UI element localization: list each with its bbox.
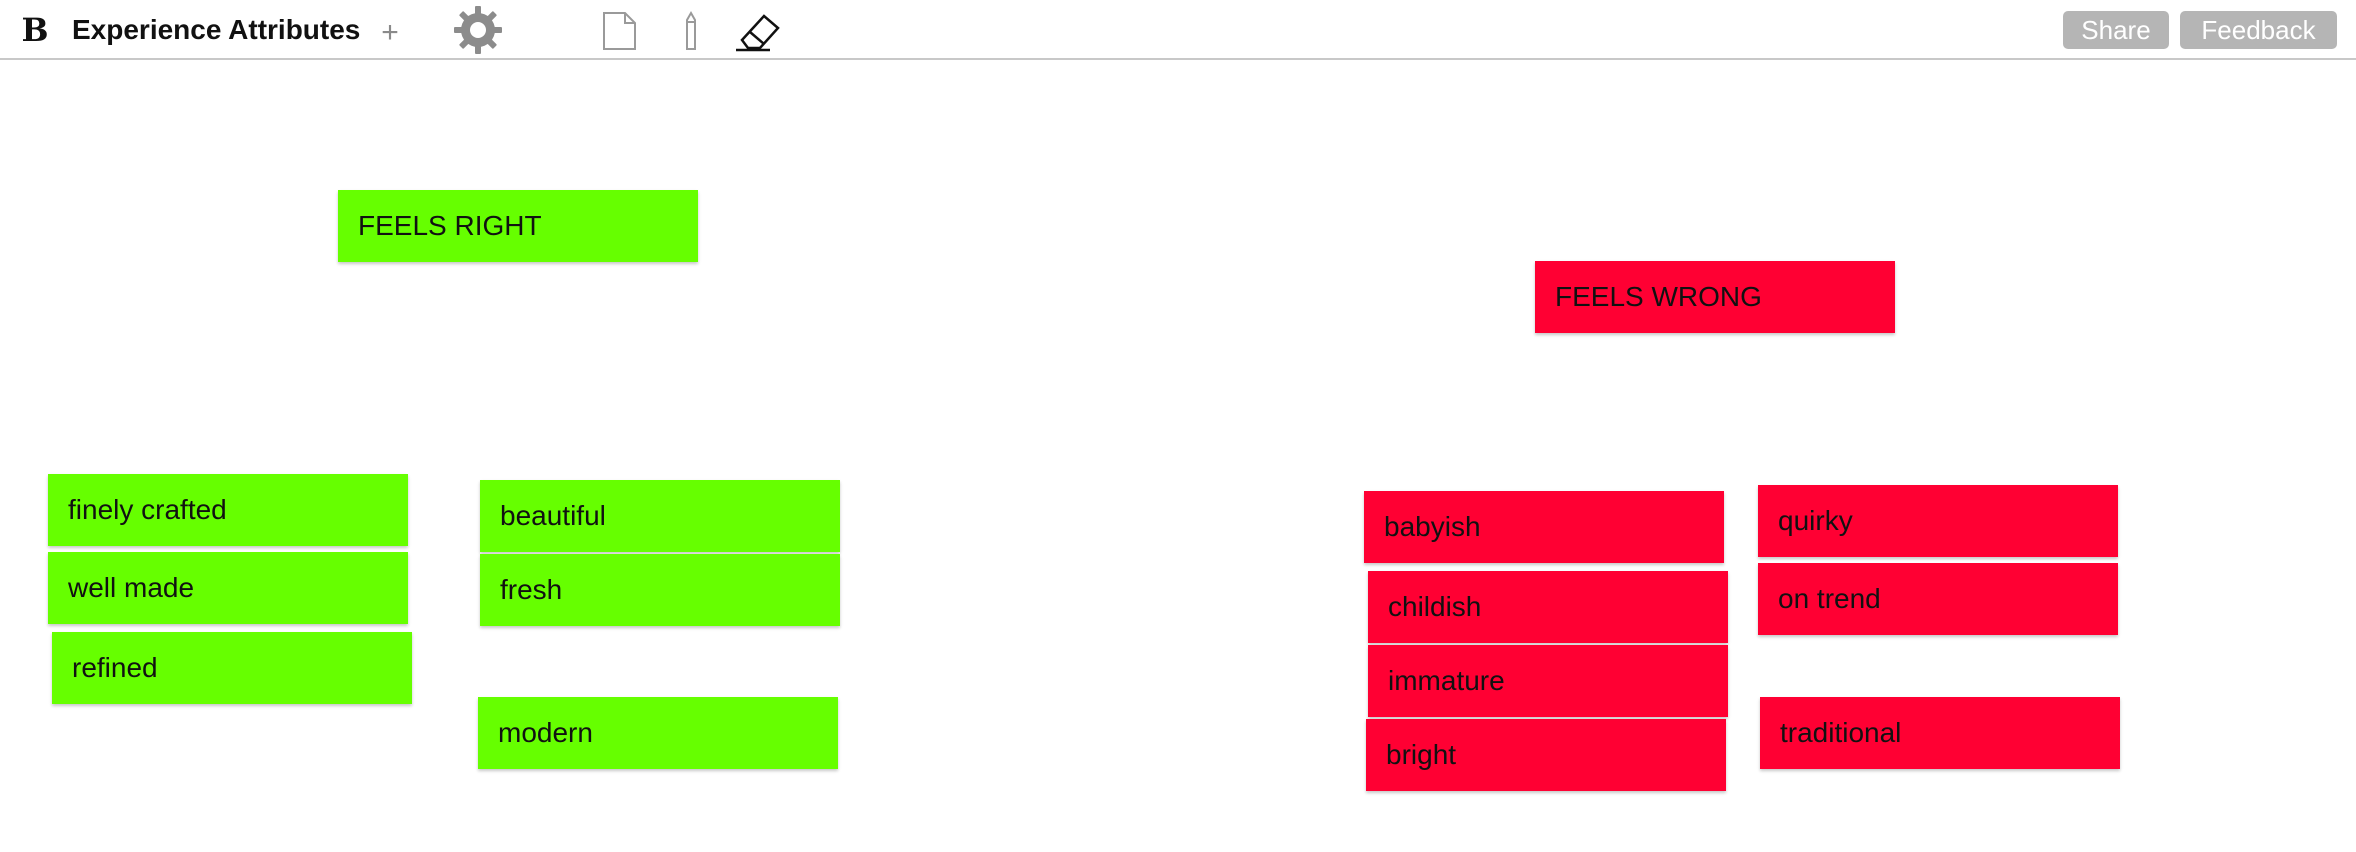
- pencil-icon[interactable]: [678, 10, 704, 52]
- sticky-note-bright[interactable]: bright: [1366, 719, 1726, 791]
- sticky-note-feels-wrong[interactable]: FEELS WRONG: [1535, 261, 1895, 333]
- sticky-note-well-made[interactable]: well made: [48, 552, 408, 624]
- sticky-note-traditional[interactable]: traditional: [1760, 697, 2120, 769]
- sticky-note-on-trend[interactable]: on trend: [1758, 563, 2118, 635]
- sticky-note-quirky[interactable]: quirky: [1758, 485, 2118, 557]
- sticky-note-childish[interactable]: childish: [1368, 571, 1728, 643]
- board-title[interactable]: Experience Attributes: [72, 12, 360, 48]
- sticky-note-beautiful[interactable]: beautiful: [480, 480, 840, 552]
- board-canvas[interactable]: FEELS RIGHT FEELS WRONG finely crafted w…: [0, 60, 2356, 852]
- logo-icon[interactable]: B: [21, 11, 48, 49]
- gear-icon[interactable]: [452, 4, 504, 56]
- add-board-button[interactable]: +: [376, 16, 404, 50]
- share-button[interactable]: Share: [2063, 11, 2169, 49]
- sticky-note-refined[interactable]: refined: [52, 632, 412, 704]
- eraser-icon[interactable]: [734, 8, 784, 54]
- sticky-note-babyish[interactable]: babyish: [1364, 491, 1724, 563]
- sticky-note-fresh[interactable]: fresh: [480, 554, 840, 626]
- sticky-note-immature[interactable]: immature: [1368, 645, 1728, 717]
- sticky-note-finely-crafted[interactable]: finely crafted: [48, 474, 408, 546]
- feedback-button[interactable]: Feedback: [2180, 11, 2337, 49]
- toolbar: B Experience Attributes + Share Feedback: [0, 0, 2356, 60]
- sticky-note-modern[interactable]: modern: [478, 697, 838, 769]
- sticky-note-feels-right[interactable]: FEELS RIGHT: [338, 190, 698, 262]
- note-icon[interactable]: [598, 10, 640, 52]
